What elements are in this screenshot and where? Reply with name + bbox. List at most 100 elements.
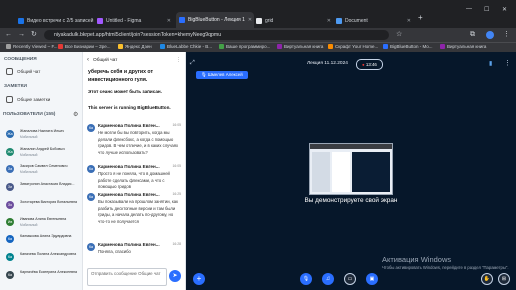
forward-icon[interactable]: → bbox=[18, 30, 25, 40]
user-list-item[interactable]: Ка Калмыкова Алина Эдуардовна bbox=[3, 232, 81, 249]
bookmark-icon bbox=[58, 44, 63, 49]
windows-activation-subtitle: Чтобы активировать Windows, перейдите в … bbox=[382, 265, 509, 270]
bookmark-icon bbox=[383, 44, 388, 49]
close-icon[interactable]: ✕ bbox=[167, 18, 174, 24]
user-list-item[interactable]: Ка Карпачёва Екатерина Алексеевна bbox=[3, 268, 81, 285]
send-message-button[interactable]: ➤ bbox=[169, 270, 181, 282]
bookmark-icon bbox=[440, 44, 445, 49]
server-notice: This server is running BigBlueButton. bbox=[88, 105, 171, 110]
options-menu-icon[interactable]: ⋮ bbox=[504, 59, 511, 67]
star-icon[interactable]: ☆ bbox=[396, 30, 402, 40]
user-list-item[interactable]: За Закиров Самвел Семенович Мобильный bbox=[3, 162, 81, 179]
user-list-item[interactable]: Жа Жаналин Андрей Бобовыч Мобильный bbox=[3, 145, 81, 162]
message-time: 16:05 bbox=[172, 164, 182, 168]
tab-favicon-icon bbox=[336, 18, 342, 24]
tab-bigbluebutton[interactable]: BigBlueButton - Лекция 1 ✕ bbox=[176, 12, 254, 28]
microphone-button[interactable]: 🎙 bbox=[300, 273, 312, 285]
bookmark-icon bbox=[328, 44, 333, 49]
recording-indicator[interactable]: ● 13:46 bbox=[356, 59, 383, 70]
audio-headphone-button[interactable]: ♫ bbox=[322, 273, 334, 285]
chat-icon bbox=[6, 68, 13, 75]
profile-avatar[interactable] bbox=[486, 31, 494, 39]
user-list-item[interactable]: Жа Жаналова Наилата Ильич Мобильный bbox=[3, 127, 81, 144]
connection-status-icon[interactable]: ▮ bbox=[489, 60, 492, 67]
close-icon[interactable]: ✕ bbox=[248, 17, 254, 23]
layout-button[interactable]: ⊞ bbox=[498, 273, 510, 285]
camera-button[interactable]: ▭ bbox=[344, 273, 356, 285]
settings-gear-icon[interactable]: ⚙ bbox=[73, 111, 78, 118]
user-list-item[interactable]: Зи Зиватронин Анастасия Владис... bbox=[3, 180, 81, 197]
bookmark-icon bbox=[160, 44, 165, 49]
user-name: Закиров Самвел Семенович bbox=[20, 164, 68, 168]
user-list-item[interactable]: Зо Золотарева Виктория Витальевна bbox=[3, 198, 81, 215]
message-author: Карменова Полина Евген... bbox=[98, 192, 160, 197]
avatar: Ка bbox=[87, 124, 95, 132]
bookmark-icon bbox=[219, 44, 224, 49]
message-text: Просто я не поняла, что в домашней работ… bbox=[98, 171, 170, 189]
tab-video[interactable]: Видео встречи с 2/5 записей✕ bbox=[18, 14, 95, 28]
message-author: Карменова Полина Евген... bbox=[98, 123, 160, 128]
close-icon[interactable]: ✕ bbox=[407, 18, 414, 24]
bookmark-icon bbox=[6, 44, 11, 49]
bookmark-item[interactable]: Яндекс Дзен bbox=[118, 44, 152, 49]
tab-document[interactable]: Document ✕ bbox=[336, 14, 414, 28]
back-icon[interactable]: ← bbox=[5, 30, 12, 40]
user-name: Золотарева Виктория Витальевна bbox=[20, 200, 78, 204]
users-heading: ПОЛЬЗОВАТЕЛИ (155) bbox=[3, 112, 56, 117]
session-title: Лекция 11.12.2024 bbox=[307, 61, 348, 66]
microphone-icon: 🎙 bbox=[201, 72, 207, 77]
presentation-area: ⤢ 🎙 Шмелев Алексей Лекция 11.12.2024 ● 1… bbox=[186, 52, 516, 290]
preview-tabbar bbox=[310, 144, 392, 149]
message-time: 16:25 bbox=[172, 192, 182, 196]
back-chevron-icon[interactable]: ‹ bbox=[87, 57, 89, 63]
screen-share-message: Вы демонстрируете свой экран bbox=[304, 197, 398, 204]
window-close-icon[interactable]: ✕ bbox=[502, 6, 507, 13]
tab-label: Видео встречи с 2/5 записей bbox=[27, 18, 94, 24]
bookmark-icon bbox=[118, 44, 123, 49]
talking-user-badge: 🎙 Шмелев Алексей bbox=[196, 71, 248, 79]
bookmark-item[interactable]: Все Бизнарии – Зре... bbox=[58, 44, 111, 49]
avatar: Зо bbox=[6, 201, 14, 209]
bookmark-item[interactable]: Виртуальная книга bbox=[440, 44, 486, 49]
preview-chat bbox=[332, 152, 350, 192]
user-status: Мобильный bbox=[20, 170, 38, 174]
extensions-icon[interactable]: ⧉ bbox=[470, 30, 475, 40]
actions-plus-button[interactable]: + bbox=[193, 273, 205, 285]
raise-hand-button[interactable]: ✋ bbox=[481, 273, 493, 285]
bookmark-item[interactable]: Recently Viewed – F... bbox=[6, 44, 57, 49]
bookmark-item[interactable]: Виртуальная книга bbox=[277, 44, 323, 49]
bookmark-item[interactable]: Скрафт Your Home... bbox=[328, 44, 378, 49]
chat-options-icon[interactable]: ⋮ bbox=[176, 57, 181, 63]
avatar: Жа bbox=[6, 130, 14, 138]
bookmark-item[interactable]: Ваше программиро... bbox=[219, 44, 270, 49]
close-icon[interactable]: ✕ bbox=[327, 18, 334, 24]
user-status: Мобильный bbox=[20, 135, 38, 139]
bookmark-icon bbox=[277, 44, 282, 49]
shared-notes-item[interactable]: Общие заметки bbox=[6, 96, 50, 103]
expand-icon[interactable]: ⤢ bbox=[190, 60, 195, 67]
user-status: Мобильный bbox=[20, 223, 38, 227]
screen-share-button[interactable]: ▣ bbox=[366, 273, 378, 285]
chat-welcome-text: уберечь себя и других от инвестиционного… bbox=[88, 69, 154, 83]
user-name: Карпачёва Екатерина Алексеевна bbox=[20, 270, 78, 274]
reload-icon[interactable]: ↻ bbox=[31, 30, 37, 40]
tab-figma[interactable]: Untitled - Figma ✕ bbox=[97, 14, 174, 28]
chat-title: Общий чат bbox=[93, 58, 118, 63]
windows-activation-title: Активация Windows bbox=[382, 255, 452, 264]
tab-label: Document bbox=[345, 18, 368, 24]
tab-favicon-icon bbox=[179, 17, 185, 23]
menu-icon[interactable]: ⋮ bbox=[503, 30, 510, 40]
public-chat-item[interactable]: Общий чат bbox=[6, 68, 40, 75]
maximize-icon[interactable]: ☐ bbox=[484, 6, 489, 13]
new-tab-icon[interactable]: + bbox=[418, 13, 423, 22]
url-field[interactable]: niyakadulk.bkrpet.app/html5client/join?s… bbox=[44, 30, 389, 40]
bookmark-item[interactable]: BigBlueButton - Mo... bbox=[383, 44, 433, 49]
tab-grid[interactable]: grid ✕ bbox=[256, 14, 334, 28]
tab-favicon-icon bbox=[256, 18, 262, 24]
chat-message-input[interactable]: Отправить сообщение Общие чат bbox=[87, 268, 167, 286]
user-list-item[interactable]: Ка Капачева Полина Александровна bbox=[3, 250, 81, 267]
recording-notice: Этот сеанс может быть записан. bbox=[88, 89, 162, 94]
minimize-icon[interactable]: — bbox=[466, 6, 472, 12]
bookmark-item[interactable]: BlueLabbe Chkie - B... bbox=[160, 44, 212, 49]
user-list-item[interactable]: Ив Иванова Алина Евгеньевна Мобильный bbox=[3, 215, 81, 232]
